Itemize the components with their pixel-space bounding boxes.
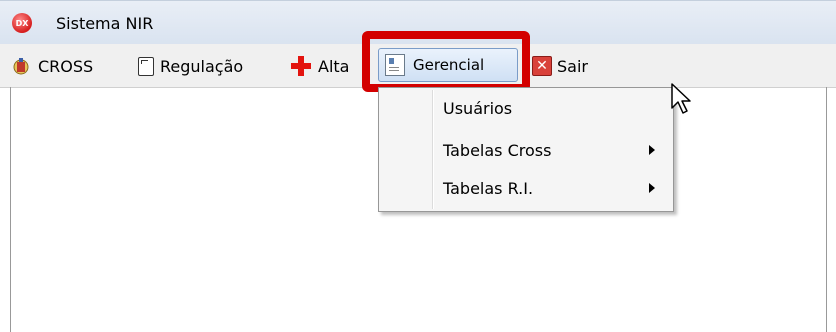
- app-icon: DX: [12, 13, 32, 33]
- main-window: DX Sistema NIR CROSS Regulação Alta Gere…: [0, 0, 836, 332]
- mouse-cursor-icon: [671, 83, 691, 114]
- window-title: Sistema NIR: [56, 14, 154, 33]
- client-border-left: [10, 87, 11, 332]
- id-card-icon: [385, 54, 405, 76]
- close-icon: ✕: [532, 56, 552, 76]
- dropdown-item-label: Usuários: [443, 98, 513, 118]
- menu-gutter: [432, 90, 434, 209]
- dropdown-item-tabelas-cross[interactable]: Tabelas Cross: [443, 136, 551, 164]
- menu-regulacao-label: Regulação: [160, 56, 244, 76]
- gerencial-dropdown: Usuários Tabelas Cross Tabelas R.I.: [378, 87, 674, 212]
- menu-gerencial[interactable]: Gerencial: [378, 48, 518, 82]
- menu-alta-label: Alta: [318, 56, 350, 76]
- dropdown-item-label: Tabelas R.I.: [443, 178, 534, 198]
- submenu-arrow-icon: [649, 145, 655, 155]
- dropdown-item-usuarios[interactable]: Usuários: [443, 94, 512, 122]
- menu-sair[interactable]: ✕ Sair: [532, 50, 588, 82]
- dropdown-item-label: Tabelas Cross: [443, 140, 552, 160]
- menu-sair-label: Sair: [557, 56, 588, 76]
- menu-cross-label: CROSS: [38, 56, 94, 76]
- red-cross-icon: [290, 55, 312, 77]
- dropdown-item-tabelas-ri[interactable]: Tabelas R.I.: [443, 174, 533, 202]
- submenu-arrow-icon: [649, 183, 655, 193]
- coat-of-arms-icon: [13, 58, 29, 75]
- menu-cross[interactable]: CROSS: [10, 50, 93, 82]
- menu-gerencial-label: Gerencial: [413, 56, 485, 74]
- title-bar: DX Sistema NIR: [0, 0, 836, 45]
- menu-alta[interactable]: Alta: [290, 50, 349, 82]
- client-border-right: [826, 87, 827, 332]
- menu-regulacao[interactable]: Regulação: [138, 50, 243, 82]
- document-icon: [138, 56, 154, 76]
